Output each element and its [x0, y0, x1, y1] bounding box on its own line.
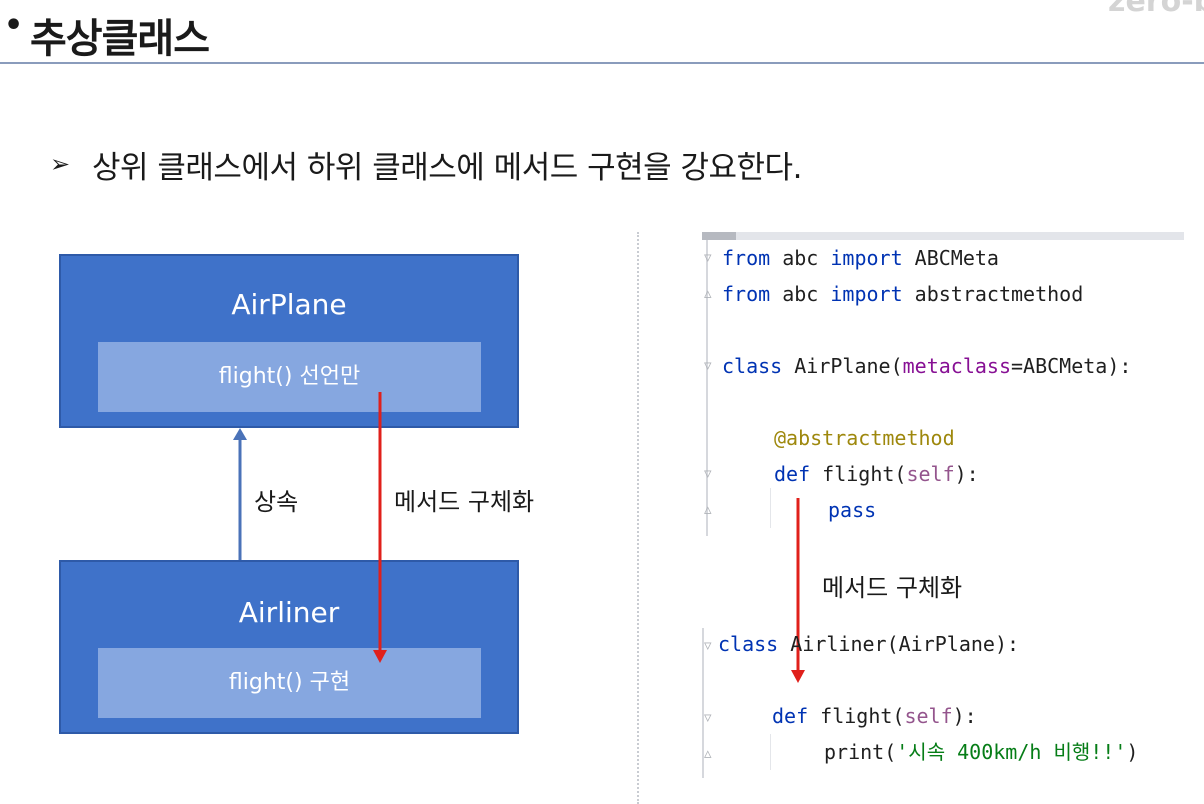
editor-top-bar	[702, 232, 1184, 240]
code-function: flight(	[810, 462, 907, 486]
indent-guide-1	[770, 488, 771, 528]
code-string: '시속 400km/h 비행!!'	[896, 740, 1127, 764]
code-keyword: def	[772, 704, 809, 728]
code-keyword: class	[722, 354, 783, 378]
code-line: from abc import abstractmethod	[722, 280, 1083, 308]
code-keyword: def	[774, 462, 811, 486]
code-line: @abstractmethod	[774, 424, 955, 452]
code-function: flight(	[808, 704, 905, 728]
code-rest: ):	[954, 462, 979, 486]
code-line: def flight(self):	[774, 460, 979, 488]
fold-marker-icon: ▿	[704, 248, 712, 266]
code-decorator: @abstractmethod	[774, 426, 955, 450]
code-implement-label: 메서드 구체화	[822, 574, 963, 602]
code-line: class AirPlane(metaclass=ABCMeta):	[722, 352, 1131, 380]
code-line: def flight(self):	[772, 702, 977, 730]
indent-guide-2	[770, 734, 771, 770]
arrows-layer	[233, 392, 805, 683]
fold-marker-icon: ▵	[704, 500, 712, 518]
code-self: self	[904, 704, 953, 728]
fold-marker-icon: ▿	[704, 636, 712, 654]
code-module: abc	[770, 246, 831, 270]
fold-marker-icon: ▵	[704, 744, 712, 762]
fold-marker-icon: ▿	[704, 708, 712, 726]
code-rest: )	[1126, 740, 1139, 764]
code-module: abc	[770, 282, 831, 306]
inherit-arrow	[233, 428, 247, 560]
code-keyword: import	[830, 246, 903, 270]
fold-marker-icon: ▿	[704, 356, 712, 374]
code-class-name: AirPlane(	[782, 354, 903, 378]
code-keyword: pass	[828, 498, 877, 522]
code-keyword: import	[830, 282, 903, 306]
code-name: abstractmethod	[902, 282, 1084, 306]
fold-marker-icon: ▵	[704, 284, 712, 302]
code-keyword: class	[718, 632, 779, 656]
code-rest: Airliner(AirPlane):	[778, 632, 1020, 656]
code-param: metaclass	[902, 354, 1012, 378]
code-line: from abc import ABCMeta	[722, 244, 999, 272]
code-line: pass	[828, 496, 876, 524]
code-function: print(	[824, 740, 897, 764]
editor-top-bar-tab	[702, 232, 736, 240]
code-rest: =ABCMeta):	[1011, 354, 1132, 378]
implement-label: 메서드 구체화	[394, 488, 535, 516]
code-name: ABCMeta	[902, 246, 999, 270]
code-line: print('시속 400km/h 비행!!')	[824, 738, 1138, 766]
code-rest: ):	[952, 704, 977, 728]
code-self: self	[906, 462, 955, 486]
code-line: class Airliner(AirPlane):	[718, 630, 1019, 658]
fold-marker-icon: ▿	[704, 464, 712, 482]
implement-arrow	[373, 392, 387, 663]
code-keyword: from	[722, 282, 771, 306]
code-keyword: from	[722, 246, 771, 270]
inherit-label: 상속	[254, 488, 299, 516]
